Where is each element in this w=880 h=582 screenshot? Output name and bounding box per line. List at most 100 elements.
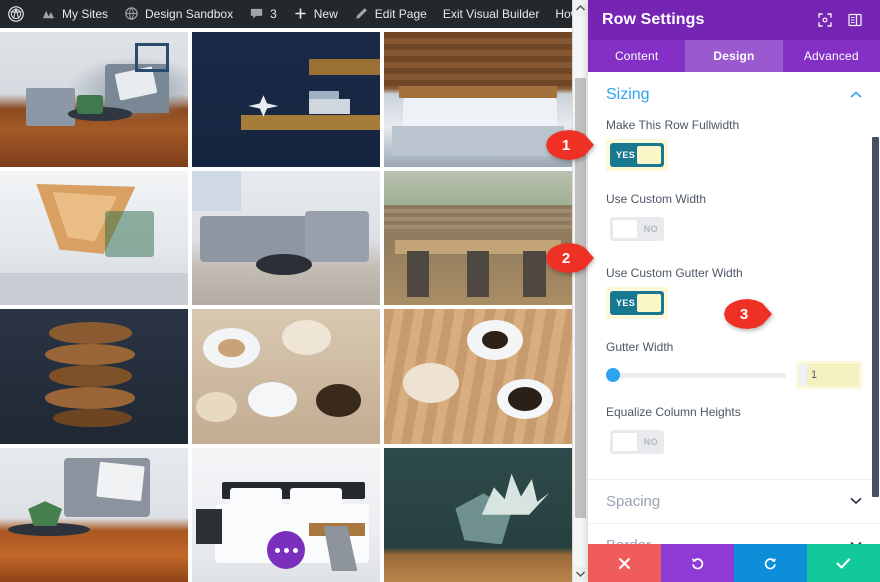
ellipsis-dot (283, 547, 289, 553)
adminbar-label-edit-page: Edit Page (374, 7, 427, 21)
undo-icon (692, 557, 704, 569)
adminbar-item-edit-page[interactable]: Edit Page (346, 0, 435, 28)
gutter-width-value: 1 (807, 364, 859, 386)
gutter-width-input[interactable]: 1 (799, 364, 859, 386)
comment-icon (249, 6, 265, 22)
field-make-this-row-fullwidth: Make This Row Fullwidth YES (606, 118, 862, 176)
page-canvas (0, 28, 572, 582)
gutter-width-slider[interactable] (606, 367, 786, 383)
callout-badge-3: 3 (724, 299, 772, 329)
panel-scrollbar-thumb[interactable] (872, 137, 879, 497)
row-settings-panel: Row Settings Content Design Advanced Siz… (588, 0, 880, 582)
panel-layout-icon[interactable] (844, 9, 866, 31)
panel-scrollbar[interactable] (872, 72, 880, 544)
chevron-up-icon[interactable] (850, 90, 862, 101)
chevron-up-icon[interactable] (573, 0, 588, 16)
field-label-use-custom-width: Use Custom Width (606, 192, 707, 206)
plus-icon (293, 6, 309, 22)
use-custom-gutter-width-toggle[interactable]: YES (610, 291, 664, 315)
ellipsis-dot (292, 547, 298, 553)
use-custom-width-toggle[interactable]: NO (610, 217, 664, 241)
save-button[interactable] (807, 544, 880, 582)
callout-number: 3 (739, 305, 749, 323)
use-custom-width-wrap: NO (606, 213, 668, 245)
panel-header: Row Settings (588, 0, 880, 40)
toggle-value-label: YES (616, 298, 636, 308)
adminbar-item-exit-visual-builder[interactable]: Exit Visual Builder (435, 0, 548, 28)
toggle-knob (613, 220, 637, 238)
callout-number: 2 (561, 249, 571, 267)
adminbar-label-comment-count: 3 (270, 7, 277, 21)
redo-icon (764, 557, 776, 569)
panel-title: Row Settings (602, 11, 705, 28)
gallery-item[interactable] (384, 309, 572, 444)
equalize-column-heights-wrap: NO (606, 426, 668, 458)
screen-root: My Sites Design Sandbox 3 New Edit Page … (0, 0, 880, 582)
tab-advanced[interactable]: Advanced (783, 40, 880, 72)
callout-number: 1 (561, 136, 571, 154)
section-spacing[interactable]: Spacing (588, 479, 880, 523)
adminbar-item-my-sites[interactable]: My Sites (33, 0, 116, 28)
slider-handle[interactable] (606, 368, 620, 382)
gallery-image-navy-wall-shelves (192, 32, 380, 167)
adminbar-label-my-sites: My Sites (62, 7, 109, 21)
adminbar-item-wordpress-logo[interactable] (0, 0, 33, 28)
make-this-row-fullwidth-toggle[interactable]: YES (610, 143, 664, 167)
field-use-custom-width: Use Custom Width NO (606, 192, 862, 250)
gallery-grid (0, 32, 572, 582)
gallery-item[interactable] (192, 309, 380, 444)
adminbar-item-site-name[interactable]: Design Sandbox (116, 0, 241, 28)
undo-button[interactable] (661, 544, 734, 582)
site-icon (124, 6, 140, 22)
ellipsis-dot (274, 547, 280, 553)
toggle-knob (637, 294, 661, 312)
section-sizing-title: Sizing (606, 86, 650, 103)
adminbar-item-comments[interactable]: 3 (241, 0, 285, 28)
pencil-icon (354, 6, 370, 22)
gallery-item[interactable] (384, 32, 572, 167)
gallery-item[interactable] (192, 170, 380, 305)
section-sizing-header[interactable]: Sizing (606, 86, 862, 104)
gutter-width-control: 1 (606, 361, 862, 389)
gallery-item[interactable] (384, 170, 572, 305)
gallery-item[interactable] (384, 447, 572, 582)
adminbar-item-new[interactable]: New (285, 0, 346, 28)
equalize-column-heights-toggle[interactable]: NO (610, 430, 664, 454)
gallery-item[interactable] (0, 309, 188, 444)
gallery-item[interactable] (192, 32, 380, 167)
close-button[interactable] (588, 544, 661, 582)
field-label-equalize-column-heights: Equalize Column Heights (606, 405, 741, 419)
section-sizing: Sizing Make This Row Fullwidth YES Use C… (588, 72, 880, 479)
row-options-button[interactable] (267, 531, 305, 569)
toggle-knob (637, 146, 661, 164)
field-label-make-this-row-fullwidth: Make This Row Fullwidth (606, 118, 740, 132)
adminbar-label-new: New (313, 7, 338, 21)
browser-scrollbar[interactable] (572, 0, 588, 582)
tab-content[interactable]: Content (588, 40, 685, 72)
field-label-use-custom-gutter-width: Use Custom Gutter Width (606, 266, 743, 280)
wordpress-icon (8, 6, 24, 22)
callout-badge-2: 2 (546, 243, 594, 273)
tab-design[interactable]: Design (685, 40, 783, 72)
gallery-item[interactable] (0, 170, 188, 305)
sites-icon (41, 6, 57, 22)
gallery-item[interactable] (0, 32, 188, 167)
callout-badge-1: 1 (546, 130, 594, 160)
section-spacing-title: Spacing (606, 493, 661, 510)
field-equalize-column-heights: Equalize Column Heights NO (606, 405, 862, 463)
field-gutter-width: Gutter Width 1 (606, 340, 862, 389)
slider-track[interactable] (606, 372, 786, 378)
adminbar-label-exit-visual-builder: Exit Visual Builder (442, 7, 540, 21)
responsive-preview-icon[interactable] (814, 9, 836, 31)
field-label-gutter-width: Gutter Width (606, 340, 674, 354)
panel-action-bar (588, 544, 880, 582)
section-border[interactable]: Border (588, 523, 880, 544)
gallery-item[interactable] (0, 447, 188, 582)
toggle-knob (613, 433, 637, 451)
toggle-value-label: NO (643, 437, 658, 447)
panel-tabs: Content Design Advanced (588, 40, 880, 72)
redo-button[interactable] (734, 544, 807, 582)
use-custom-gutter-width-highlight: YES (606, 287, 668, 319)
chevron-down-icon[interactable] (573, 566, 588, 582)
chevron-down-icon[interactable] (850, 496, 862, 507)
